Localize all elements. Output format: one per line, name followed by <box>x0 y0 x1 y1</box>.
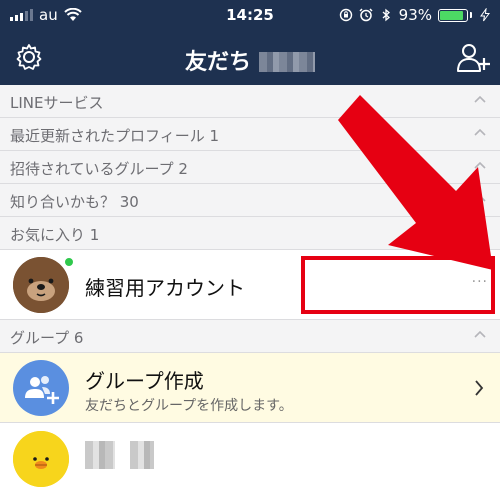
brown-bear-face-icon <box>13 257 69 313</box>
create-group-avatar <box>13 360 69 416</box>
create-group-row[interactable]: グループ作成 友だちとグループを作成します。 <box>0 353 500 423</box>
group-add-icon <box>25 376 59 404</box>
friend-name: 練習用アカウント <box>85 276 245 300</box>
section-invited-groups[interactable]: 招待されているグループ 2 <box>0 151 500 184</box>
page-title: 友だち <box>0 44 500 76</box>
bluetooth-icon <box>382 8 390 22</box>
group-row[interactable] <box>0 423 500 503</box>
section-maybe-know[interactable]: 知り合いかも？ 30 <box>0 184 500 217</box>
section-recent-profiles[interactable]: 最近更新されたプロフィール 1 <box>0 118 500 151</box>
alarm-icon <box>359 8 373 22</box>
section-label: LINEサービス <box>10 94 104 112</box>
section-groups[interactable]: グループ 6 <box>0 320 500 353</box>
section-label: 知り合いかも？ 30 <box>10 193 139 211</box>
section-label: 最近更新されたプロフィール 1 <box>10 127 220 145</box>
blurred-group-name <box>85 441 115 469</box>
status-bar: au 14:25 93% <box>0 0 500 30</box>
chevron-up-icon <box>474 95 486 103</box>
more-options-icon[interactable]: ··· <box>472 274 488 290</box>
chevron-up-icon <box>474 330 486 338</box>
nav-bar: 友だち <box>0 30 500 85</box>
section-favorites[interactable]: お気に入り 1 <box>0 217 500 250</box>
chevron-up-icon <box>474 227 486 235</box>
yellow-chick-face-icon <box>13 431 69 487</box>
friend-row-practice-account[interactable]: 練習用アカウント ··· <box>0 250 500 320</box>
brown-bear-avatar <box>13 257 69 313</box>
create-group-description: 友だちとグループを作成します。 <box>85 398 293 414</box>
section-line-services[interactable]: LINEサービス <box>0 85 500 118</box>
battery-tip <box>470 12 472 18</box>
add-friend-icon[interactable] <box>456 40 490 74</box>
blurred-group-name <box>130 441 154 469</box>
section-label: お気に入り 1 <box>10 226 100 244</box>
annotation-highlight-box <box>301 256 495 314</box>
online-status-dot <box>64 257 74 267</box>
yellow-chick-avatar <box>13 431 69 487</box>
section-label: 招待されているグループ 2 <box>10 160 188 178</box>
section-label: グループ 6 <box>10 329 84 347</box>
friends-list: LINEサービス 最近更新されたプロフィール 1 招待されているグループ 2 知… <box>0 85 500 503</box>
create-group-title: グループ作成 <box>85 369 204 393</box>
chevron-up-icon <box>474 161 486 169</box>
rotation-lock-icon <box>339 8 352 22</box>
battery-percent: 93% <box>398 6 432 24</box>
battery-icon <box>438 8 468 22</box>
page-title-text: 友だち <box>184 50 251 75</box>
chevron-up-icon <box>474 128 486 136</box>
charging-bolt-icon <box>480 8 490 22</box>
status-right: 93% <box>339 6 492 24</box>
chevron-right-icon <box>475 380 484 396</box>
blurred-count <box>259 52 315 72</box>
chevron-up-icon <box>474 194 486 202</box>
